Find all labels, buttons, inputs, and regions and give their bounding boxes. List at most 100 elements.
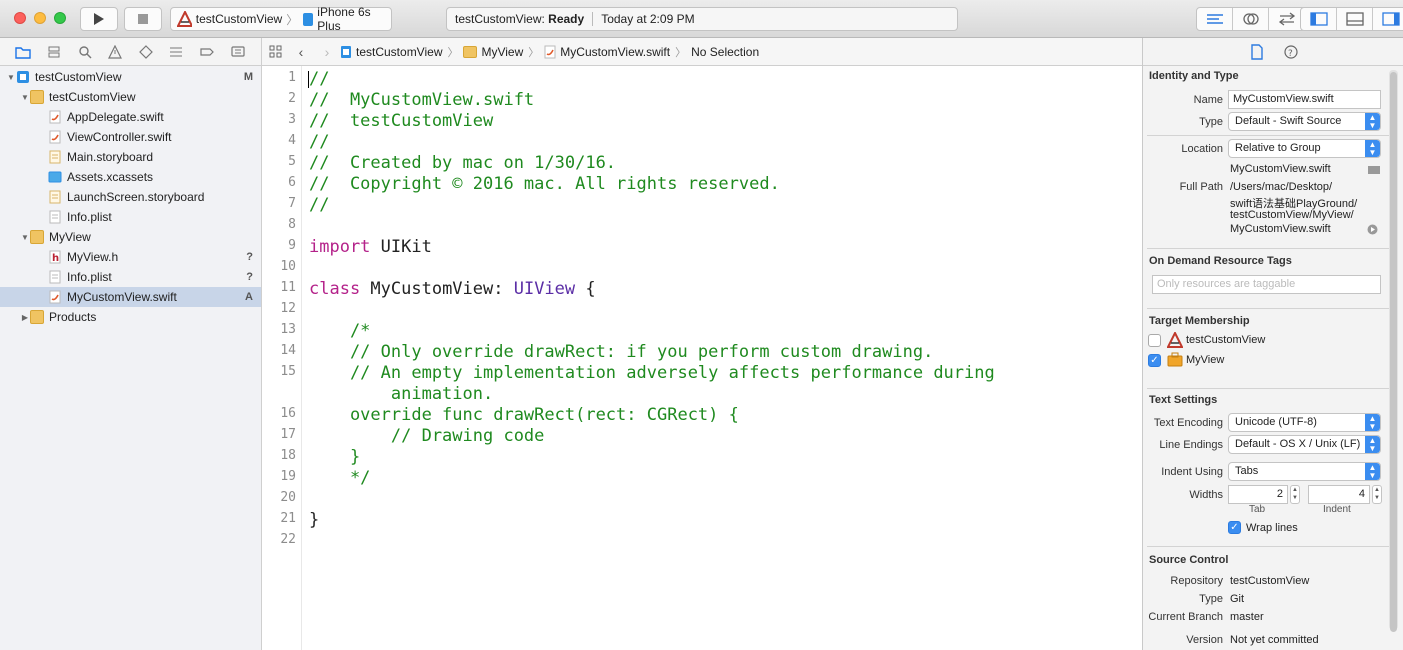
quick-help-icon[interactable]: ? xyxy=(1283,44,1298,59)
indent-using-popup[interactable]: Tabs ▲ ▼ xyxy=(1228,462,1381,481)
file-type-popup[interactable]: Default - Swift Source ▲ ▼ xyxy=(1228,112,1381,131)
tree-row-group[interactable]: ▼ testCustomView xyxy=(0,87,261,107)
tree-row-file[interactable]: Main.storyboard xyxy=(0,147,261,167)
tree-row-file-selected[interactable]: MyCustomView.swift A xyxy=(0,287,261,307)
back-button[interactable]: ‹ xyxy=(288,44,314,60)
text-encoding-popup[interactable]: Unicode (UTF-8) ▲ ▼ xyxy=(1228,413,1381,432)
line-endings-popup[interactable]: Default - OS X / Unix (LF) ▲ ▼ xyxy=(1228,435,1381,454)
toggle-debug-area-button[interactable] xyxy=(1337,8,1373,30)
tree-row-file[interactable]: LaunchScreen.storyboard xyxy=(0,187,261,207)
issue-navigator-icon[interactable] xyxy=(107,44,123,60)
related-items-button[interactable] xyxy=(262,45,288,58)
tab-width-field[interactable]: 2 xyxy=(1228,485,1288,504)
field-label: Type xyxy=(1199,116,1223,128)
bottom-panel-icon xyxy=(1345,12,1364,26)
breadcrumb-selection[interactable]: No Selection xyxy=(691,45,759,59)
breakpoint-navigator-icon[interactable] xyxy=(199,44,215,60)
close-window-button[interactable] xyxy=(14,12,26,24)
indent-width-stepper[interactable]: ▲ ▼ xyxy=(1372,485,1382,504)
location-filename: MyCustomView.swift xyxy=(1230,163,1331,175)
test-navigator-icon[interactable] xyxy=(138,44,154,60)
tree-row-file[interactable]: ViewController.swift xyxy=(0,127,261,147)
section-header: On Demand Resource Tags xyxy=(1149,255,1292,267)
code-line: } xyxy=(309,447,361,467)
tree-row-group[interactable]: ▶ Products xyxy=(0,307,261,327)
tree-row-file[interactable]: h MyView.h ? xyxy=(0,247,261,267)
section-header: Source Control xyxy=(1149,554,1229,566)
disclosure-triangle-collapsed-icon[interactable]: ▶ xyxy=(20,313,30,322)
tree-row-file[interactable]: AppDelegate.swift xyxy=(0,107,261,127)
source-editor[interactable]: // // MyCustomView.swift // testCustomVi… xyxy=(308,66,1139,650)
code-line: // MyCustomView.swift xyxy=(309,90,535,110)
tree-row-file[interactable]: Assets.xcassets xyxy=(0,167,261,187)
file-inspector-icon[interactable] xyxy=(1250,43,1264,60)
disclosure-triangle-icon[interactable]: ▼ xyxy=(6,73,16,82)
folder-icon xyxy=(30,230,44,244)
symbol-navigator-icon[interactable] xyxy=(46,44,62,60)
line-number: 22 xyxy=(280,532,296,547)
breadcrumb-group[interactable]: MyView xyxy=(463,45,523,59)
tree-row-label: Info.plist xyxy=(67,270,112,284)
disclosure-triangle-icon[interactable]: ▼ xyxy=(20,93,30,102)
tree-row-label: MyCustomView.swift xyxy=(67,290,177,304)
line-number: 16 xyxy=(280,406,296,421)
tab-width-stepper[interactable]: ▲ ▼ xyxy=(1290,485,1300,504)
folder-icon xyxy=(463,45,478,58)
toggle-utilities-button[interactable] xyxy=(1373,8,1403,30)
grid-icon xyxy=(269,45,281,58)
choose-folder-icon[interactable] xyxy=(1367,164,1381,175)
code-line: // xyxy=(309,69,330,89)
project-navigator-icon[interactable] xyxy=(15,44,32,60)
target-name: MyView xyxy=(1186,354,1225,366)
breadcrumb-file[interactable]: MyCustomView.swift xyxy=(544,45,670,59)
toggle-navigator-button[interactable] xyxy=(1301,8,1337,30)
tree-row-group[interactable]: ▼ MyView xyxy=(0,227,261,247)
file-name-field[interactable]: MyCustomView.swift xyxy=(1228,90,1381,109)
report-navigator-icon[interactable] xyxy=(230,44,246,60)
keyword-token: class xyxy=(309,279,361,299)
swift-file-icon xyxy=(49,290,61,304)
version-value: Not yet committed xyxy=(1230,634,1319,646)
stop-button[interactable] xyxy=(124,7,162,31)
chevron-left-icon: ‹ xyxy=(298,43,304,60)
assistant-editor-button[interactable] xyxy=(1233,8,1269,30)
inspector-scrollbar-thumb[interactable] xyxy=(1390,72,1397,632)
target-checkbox-checked[interactable]: ✓ xyxy=(1148,354,1161,367)
line-number: 6 xyxy=(288,175,296,190)
target-checkbox[interactable] xyxy=(1148,334,1161,347)
wrap-lines-checkbox[interactable]: ✓ xyxy=(1228,521,1241,534)
reveal-in-finder-icon[interactable] xyxy=(1367,224,1378,235)
chevron-right-icon: › xyxy=(324,43,330,60)
indent-width-field[interactable]: 4 xyxy=(1308,485,1370,504)
standard-editor-button[interactable] xyxy=(1197,8,1233,30)
tree-row-project[interactable]: ▼ testCustomView M xyxy=(0,67,261,87)
scm-status-badge: ? xyxy=(246,271,253,283)
code-line: // Drawing code xyxy=(309,426,545,446)
keyword-token: import xyxy=(309,237,371,257)
debug-navigator-icon[interactable] xyxy=(168,44,184,60)
target-name: testCustomView xyxy=(1186,334,1266,346)
breadcrumb-label: MyView xyxy=(481,44,524,59)
disclosure-triangle-icon[interactable]: ▼ xyxy=(20,233,30,242)
resource-tags-field[interactable]: Only resources are taggable xyxy=(1152,275,1381,294)
xcode-app-icon xyxy=(177,11,192,27)
scheme-selector[interactable]: testCustomView 〉 iPhone 6s Plus xyxy=(170,5,392,33)
location-popup[interactable]: Relative to Group ▲ ▼ xyxy=(1228,139,1381,158)
code-line: /* xyxy=(309,321,371,341)
run-button[interactable] xyxy=(80,7,118,31)
zoom-window-button[interactable] xyxy=(54,12,66,24)
stop-icon xyxy=(138,14,148,24)
text-cursor xyxy=(308,71,309,88)
breadcrumb-project[interactable]: testCustomView xyxy=(340,45,442,59)
assistant-editor-icon xyxy=(1242,13,1259,25)
line-number: 17 xyxy=(280,427,296,442)
tree-row-file[interactable]: Info.plist ? xyxy=(0,267,261,287)
forward-button[interactable]: › xyxy=(314,44,340,60)
line-number: 11 xyxy=(280,280,296,295)
chevron-right-icon: 〉 xyxy=(675,46,687,59)
tree-row-label: LaunchScreen.storyboard xyxy=(67,190,205,204)
minimize-window-button[interactable] xyxy=(34,12,46,24)
svg-text:?: ? xyxy=(1288,49,1293,59)
find-navigator-icon[interactable] xyxy=(77,44,93,60)
tree-row-file[interactable]: Info.plist xyxy=(0,207,261,227)
